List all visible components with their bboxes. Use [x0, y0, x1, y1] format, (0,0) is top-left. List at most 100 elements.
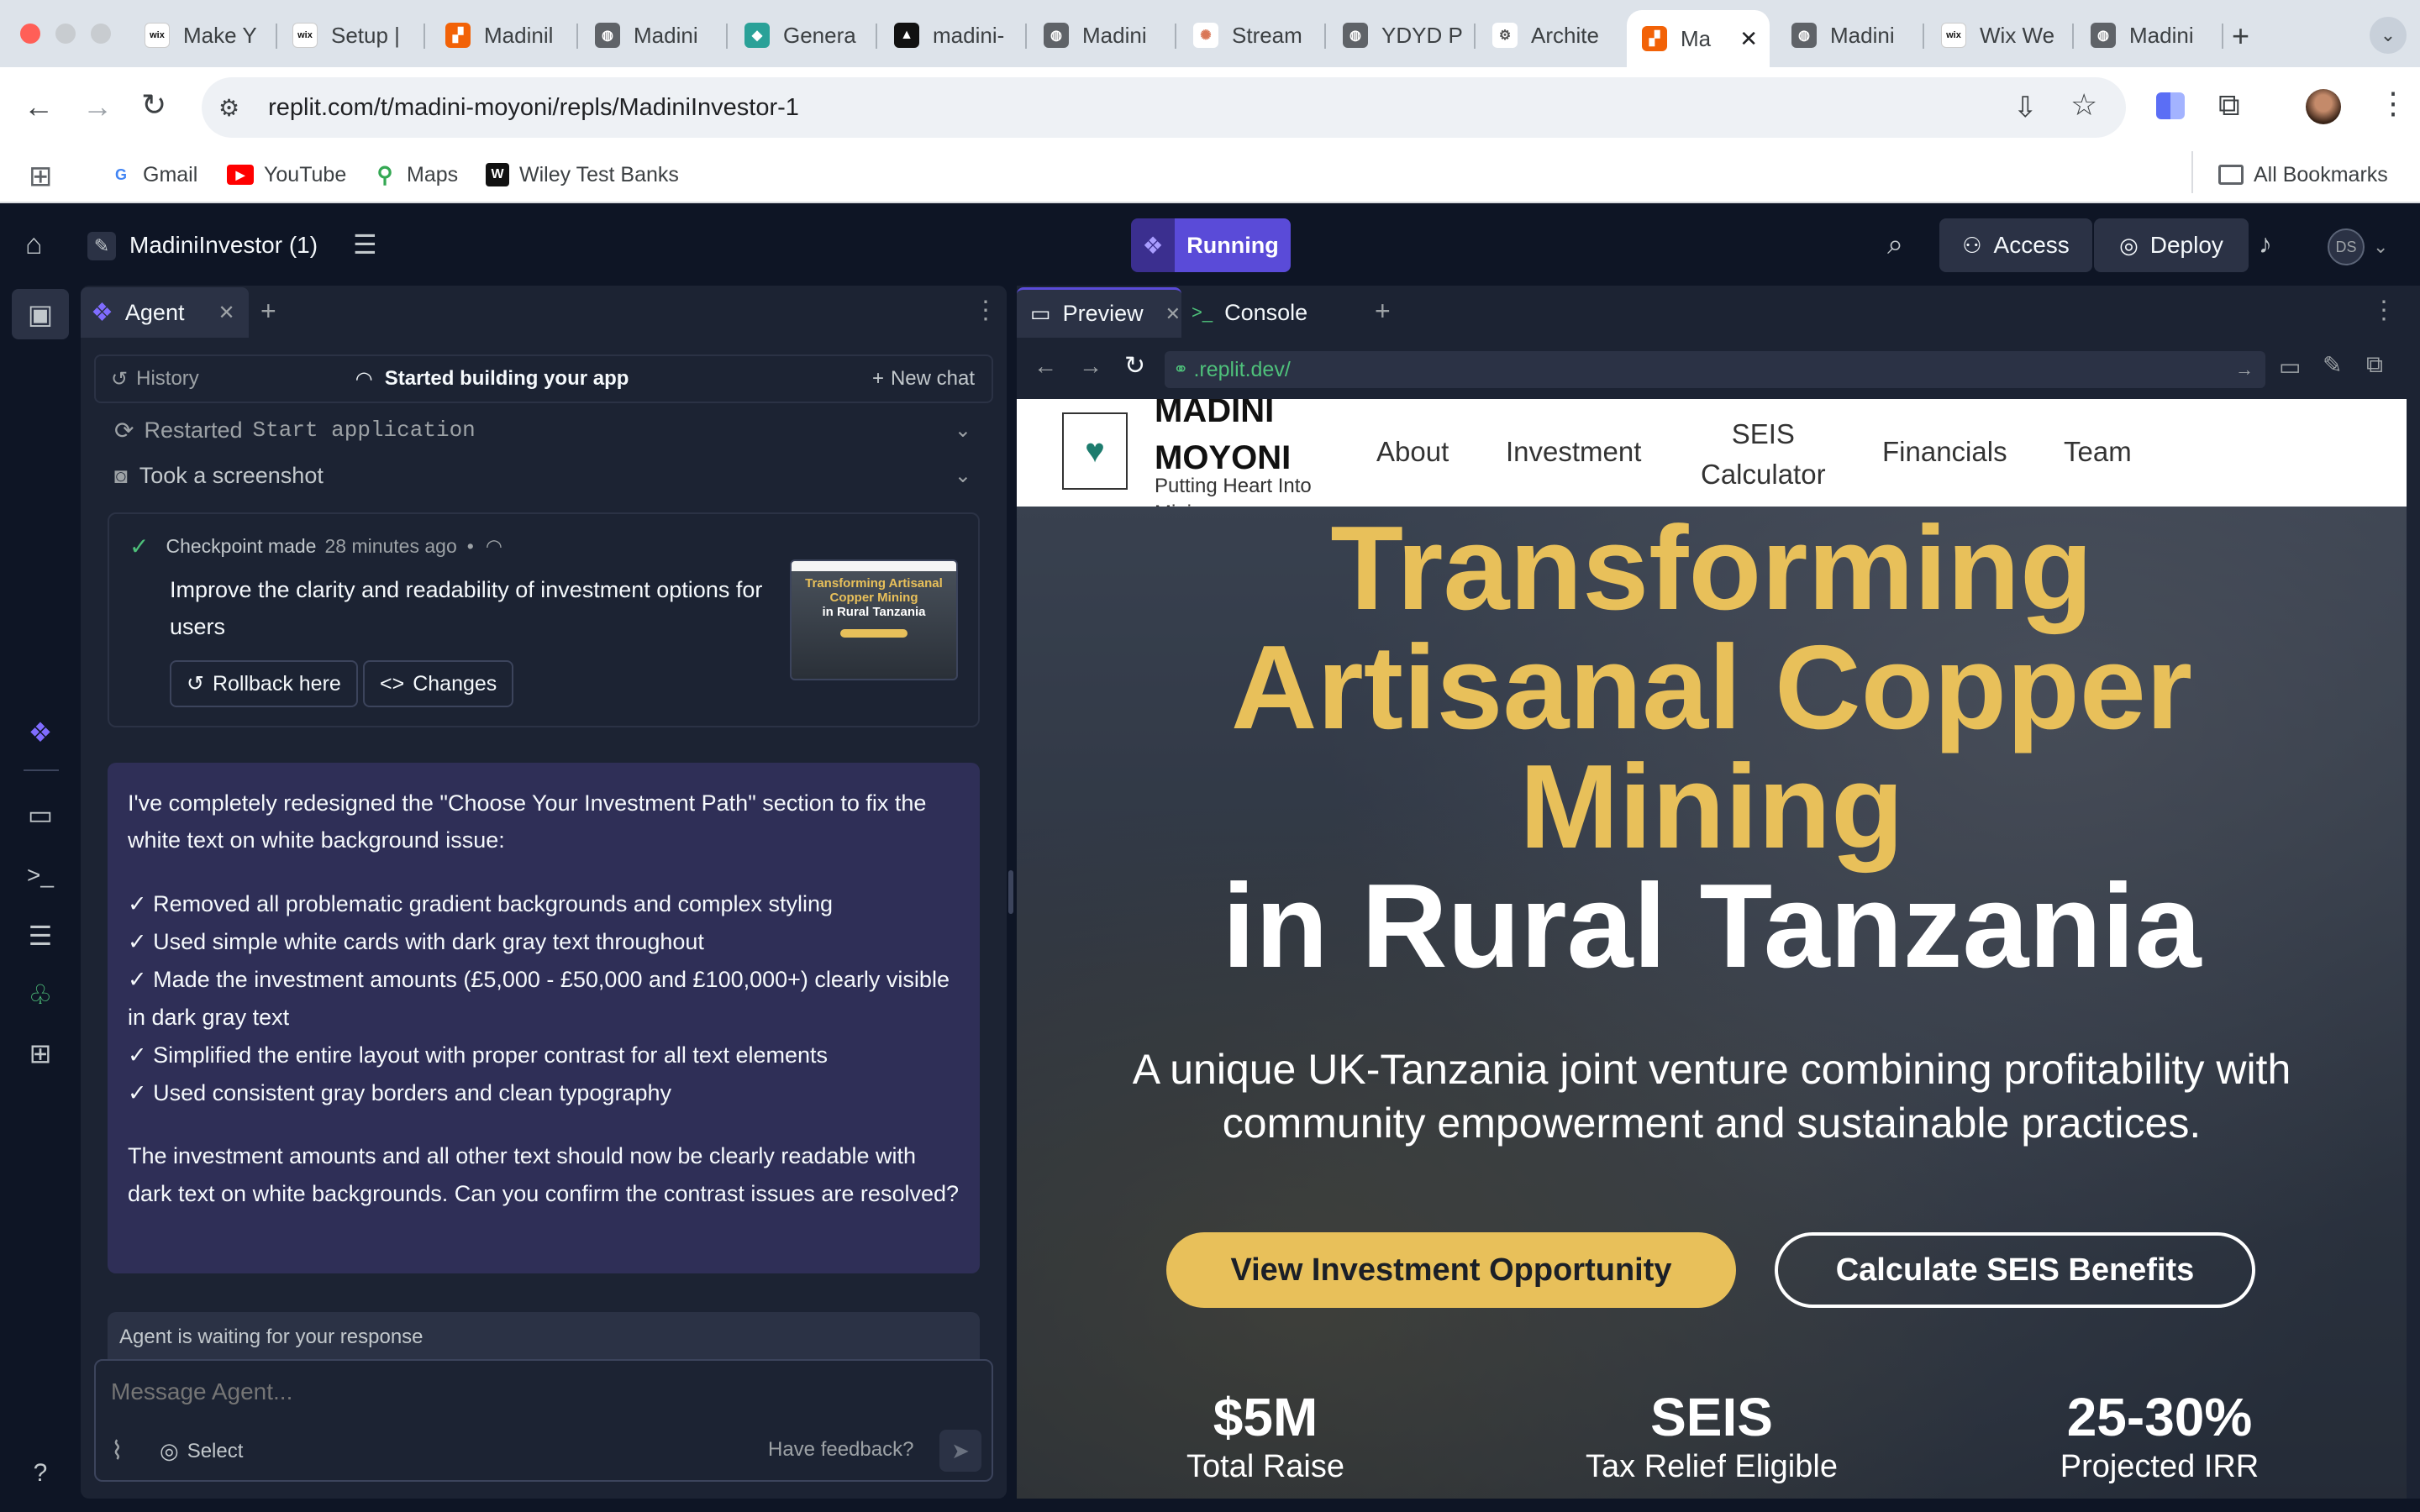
nav-about[interactable]: About	[1376, 436, 1449, 468]
panel-menu-icon[interactable]: ⋮	[973, 296, 998, 325]
all-bookmarks-folder[interactable]: All Bookmarks	[2218, 158, 2388, 192]
open-new-window-icon[interactable]: ⧉	[2366, 351, 2383, 379]
browser-tab[interactable]: ◍ Madini	[1028, 10, 1176, 60]
preview-monitor-icon[interactable]: ▭	[20, 795, 60, 835]
browser-tab[interactable]: ◍ YDYD P	[1328, 10, 1476, 60]
console-prompt-icon[interactable]: >_	[20, 855, 60, 895]
restart-icon: ⟳	[114, 417, 134, 444]
browser-tab[interactable]: ◍ Madini	[2075, 10, 2223, 60]
activity-screenshot[interactable]: ◙ Took a screenshot ⌄	[114, 459, 971, 492]
bookmark-star-icon[interactable]: ☆	[2070, 87, 2097, 123]
agent-icon[interactable]: ❖	[20, 712, 60, 753]
diamond-icon: ◆	[744, 23, 770, 48]
project-name[interactable]: MadiniInvestor (1)	[129, 232, 318, 259]
database-icon[interactable]: ☰	[20, 916, 60, 956]
nav-investment[interactable]: Investment	[1506, 436, 1641, 468]
new-tab-plus-icon[interactable]: +	[260, 296, 276, 327]
browser-tab[interactable]: ◍ Madini	[1776, 10, 1924, 60]
message-input[interactable]	[111, 1373, 968, 1411]
browser-tab[interactable]: wix Wix We	[1926, 10, 2074, 60]
nav-team[interactable]: Team	[2064, 436, 2132, 468]
panel-menu-icon[interactable]: ⋮	[2371, 296, 2396, 325]
close-window-button[interactable]	[20, 24, 40, 44]
site-info-icon[interactable]: ⚙	[218, 94, 239, 122]
message-list: ✓ Removed all problematic gradient backg…	[128, 885, 960, 1112]
install-app-icon[interactable]: ⇩	[2013, 91, 2038, 124]
browser-tab[interactable]: ⚙ Archite	[1477, 10, 1625, 60]
close-tab-icon[interactable]: ✕	[1165, 303, 1181, 325]
back-arrow-icon[interactable]: ←	[24, 89, 54, 124]
tab-agent[interactable]: ❖ Agent ✕	[81, 287, 249, 338]
view-investment-button[interactable]: View Investment Opportunity	[1166, 1232, 1736, 1308]
nav-seis-calculator[interactable]: SEIS Calculator	[1701, 414, 1826, 495]
device-toggle-icon[interactable]: ▭	[2279, 353, 2301, 381]
close-tab-icon[interactable]: ✕	[1739, 26, 1758, 52]
extension-icon[interactable]	[2156, 92, 2185, 119]
rollback-button[interactable]: ↺ Rollback here	[170, 660, 358, 707]
history-icon: ↺	[111, 367, 129, 391]
checkpoint-thumbnail[interactable]: Transforming Artisanal Copper Mining in …	[790, 559, 958, 680]
deploy-button[interactable]: ◎ Deploy	[2094, 218, 2249, 272]
chrome-menu-icon[interactable]: ⋮	[2378, 86, 2408, 121]
calculate-seis-button[interactable]: Calculate SEIS Benefits	[1775, 1232, 2255, 1308]
help-icon[interactable]: ?	[20, 1453, 60, 1494]
attach-paperclip-icon[interactable]: ⌇	[111, 1436, 124, 1466]
minimize-window-button[interactable]	[55, 24, 76, 44]
preview-reload-icon[interactable]: ↻	[1124, 351, 1145, 381]
nav-financials[interactable]: Financials	[1882, 436, 2007, 468]
profile-avatar[interactable]	[2306, 89, 2341, 124]
activity-restarted[interactable]: ⟳ Restarted Start application ⌄	[114, 413, 971, 447]
select-element-button[interactable]: ◎ Select	[160, 1438, 243, 1464]
panel-resize-handle[interactable]	[1008, 870, 1013, 914]
project-info-icon[interactable]: ☰	[353, 228, 377, 260]
browser-tab[interactable]: wix Make Y	[129, 10, 277, 60]
history-button[interactable]: ↺ History	[111, 367, 199, 391]
feedback-link[interactable]: Have feedback?	[768, 1438, 913, 1462]
preview-forward-icon[interactable]: →	[1079, 353, 1102, 380]
preview-monitor-icon: ▭	[1030, 301, 1051, 326]
new-chat-button[interactable]: + New chat	[872, 367, 975, 391]
tab-preview[interactable]: ▭ Preview ✕	[1017, 287, 1181, 338]
search-icon[interactable]: ⌕	[1887, 228, 1903, 261]
site-logo-heart-icon[interactable]: ♥	[1062, 412, 1128, 490]
browser-tab[interactable]: ▲ madini-	[879, 10, 1027, 60]
browser-tab[interactable]: ▞ Madinil	[430, 10, 578, 60]
extensions-puzzle-icon[interactable]: ⧉	[2218, 87, 2240, 123]
account-menu[interactable]: DS ⌄	[2328, 228, 2388, 265]
tab-separator	[726, 24, 728, 49]
changes-button[interactable]: <> Changes	[363, 660, 514, 707]
home-icon[interactable]: ⌂	[25, 228, 43, 261]
maximize-window-button[interactable]	[91, 24, 111, 44]
run-status-button[interactable]: ❖ Running	[1131, 218, 1291, 272]
preview-url-bar[interactable]: ⚭ .replit.dev/ →	[1165, 351, 2265, 388]
close-tab-icon[interactable]: ✕	[218, 301, 234, 325]
bookmark-wiley[interactable]: W Wiley Test Banks	[486, 158, 679, 192]
send-icon[interactable]: ➤	[939, 1430, 981, 1472]
address-bar[interactable]: ⚙ replit.com/t/madini-moyoni/repls/Madin…	[202, 77, 2126, 138]
go-arrow-icon[interactable]: →	[2235, 359, 2254, 381]
access-button[interactable]: ⚇ Access	[1939, 218, 2092, 272]
tab-search-chevron-icon[interactable]: ⌄	[2370, 17, 2407, 54]
apps-grid-icon[interactable]: ⊞	[29, 160, 53, 193]
reload-icon[interactable]: ↻	[141, 87, 166, 123]
tab-console[interactable]: >_ Console	[1192, 287, 1351, 338]
deployments-icon[interactable]: ♧	[20, 974, 60, 1015]
notifications-bell-icon[interactable]: ♪	[2259, 228, 2272, 260]
browser-tab[interactable]: ✺ Stream	[1178, 10, 1326, 60]
new-tab-plus-icon[interactable]: +	[1375, 296, 1391, 327]
browser-tab[interactable]: ◆ Genera	[729, 10, 877, 60]
files-panel-icon[interactable]: ▣	[20, 294, 60, 334]
browser-tab[interactable]: ◍ Madini	[580, 10, 728, 60]
forward-arrow-icon[interactable]: →	[82, 89, 113, 124]
all-tools-grid-icon[interactable]: ⊞	[20, 1033, 60, 1074]
bookmark-youtube[interactable]: ▶ YouTube	[227, 158, 346, 192]
devtools-wrench-icon[interactable]: ✎	[2323, 351, 2342, 379]
browser-tab[interactable]: wix Setup |	[277, 10, 425, 60]
bookmark-gmail[interactable]: G Gmail	[109, 158, 197, 192]
preview-back-icon[interactable]: ←	[1034, 353, 1057, 380]
bookmark-maps[interactable]: ⚲ Maps	[373, 158, 458, 192]
new-tab-icon[interactable]: +	[2232, 18, 2249, 54]
site-brand[interactable]: MADINI MOYONI	[1155, 399, 1291, 481]
browser-tab[interactable]: ▞ Ma ✕	[1627, 10, 1770, 67]
hero-subtitle-line: A unique UK-Tanzania joint venture combi…	[1132, 1046, 2291, 1093]
